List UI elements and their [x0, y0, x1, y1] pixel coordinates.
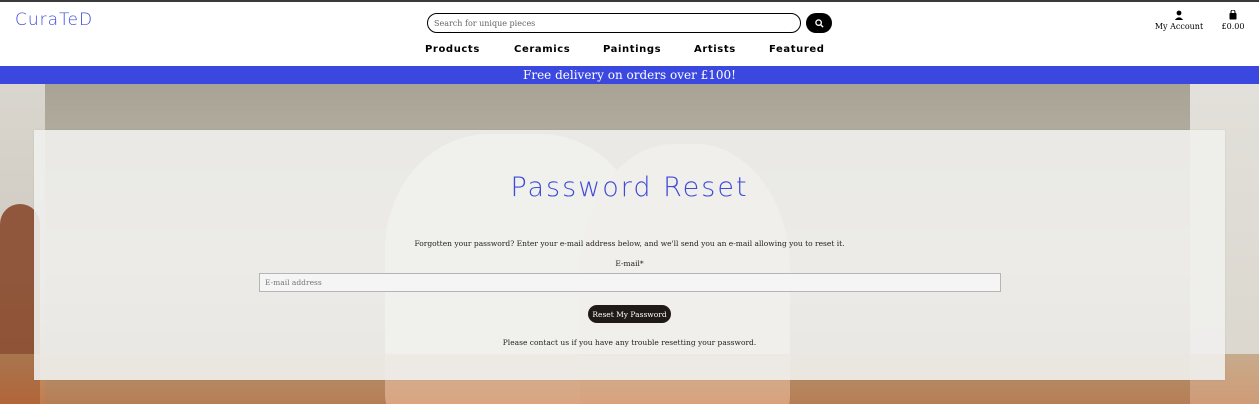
- cart-link[interactable]: £0.00: [1217, 10, 1249, 31]
- nav-item-artists[interactable]: Artists: [694, 44, 769, 60]
- cart-total: £0.00: [1221, 22, 1245, 31]
- nav-item-products[interactable]: Products: [425, 44, 514, 60]
- email-field[interactable]: [259, 273, 1001, 292]
- search-icon: [814, 18, 824, 28]
- email-label: E-mail*: [615, 259, 644, 268]
- promo-banner: Free delivery on orders over £100!: [0, 66, 1259, 84]
- reset-instructions: Forgotten your password? Enter your e-ma…: [414, 239, 845, 248]
- hero-background: Password Reset Forgotten your password? …: [0, 84, 1259, 404]
- shopping-bag-icon: [1229, 10, 1237, 20]
- reset-password-button[interactable]: Reset My Password: [588, 305, 671, 323]
- nav-item-featured[interactable]: Featured: [769, 44, 839, 60]
- search-bar: [427, 13, 832, 33]
- my-account-link[interactable]: My Account: [1152, 10, 1206, 31]
- search-input[interactable]: [427, 13, 801, 33]
- nav-item-ceramics[interactable]: Ceramics: [514, 44, 603, 60]
- contact-note: Please contact us if you have any troubl…: [502, 338, 757, 347]
- user-icon: [1174, 10, 1184, 20]
- my-account-label: My Account: [1154, 22, 1204, 31]
- page-title: Password Reset: [510, 172, 749, 203]
- site-logo[interactable]: CuraTeD: [15, 10, 93, 30]
- nav-item-paintings[interactable]: Paintings: [603, 44, 694, 60]
- site-header: CuraTeD Products Ceramics Paintings Arti…: [0, 2, 1259, 66]
- main-nav: Products Ceramics Paintings Artists Feat…: [425, 44, 839, 60]
- search-button[interactable]: [806, 13, 832, 33]
- password-reset-card: Password Reset Forgotten your password? …: [34, 130, 1225, 380]
